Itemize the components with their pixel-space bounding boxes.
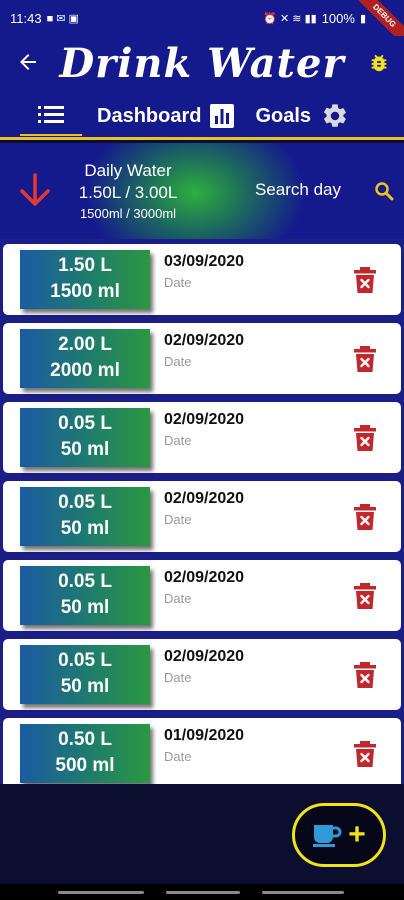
trash-icon[interactable]: [352, 424, 378, 452]
tab-bar: Dashboard Goals: [0, 96, 404, 136]
amount-badge: 0.05 L 50 ml: [20, 566, 150, 625]
bug-icon[interactable]: [368, 52, 390, 74]
entry-date: 03/09/2020: [164, 253, 245, 270]
system-icons: ⏰ ✕ ≋ ▮▮: [263, 12, 317, 25]
amount-badge: 0.05 L 50 ml: [20, 645, 150, 704]
search-icon[interactable]: [374, 181, 394, 201]
list-item: 2.00 L 2000 ml 02/09/2020 Date: [3, 323, 401, 394]
amount-milliliters: 50 ml: [60, 518, 110, 539]
amount-milliliters: 50 ml: [60, 597, 110, 618]
notification-icons: ■ ✉ ▣: [46, 12, 79, 25]
amount-milliliters: 500 ml: [55, 755, 115, 776]
trash-icon[interactable]: [352, 503, 378, 531]
fab-plus: +: [348, 818, 366, 851]
summary-title: Daily Water: [84, 161, 172, 180]
entry-date: 02/09/2020: [164, 411, 245, 428]
battery-level: 100%: [321, 10, 355, 26]
tab-goals-label: Goals: [255, 104, 312, 127]
list-item: 0.50 L 500 ml 01/09/2020 Date: [3, 718, 401, 784]
add-drink-button[interactable]: +: [292, 803, 386, 867]
amount-badge: 2.00 L 2000 ml: [20, 329, 150, 388]
amount-liters: 0.05 L: [58, 571, 112, 592]
entry-date-label: Date: [164, 591, 192, 606]
amount-badge: 0.50 L 500 ml: [20, 724, 150, 783]
amount-liters: 0.05 L: [58, 650, 112, 671]
trash-icon[interactable]: [352, 740, 378, 768]
amount-liters: 0.05 L: [58, 492, 112, 513]
amount-liters: 0.05 L: [58, 413, 112, 434]
list-item: 0.05 L 50 ml 02/09/2020 Date: [3, 481, 401, 552]
amount-badge: 0.05 L 50 ml: [20, 487, 150, 546]
coffee-cup-icon: [313, 825, 342, 847]
entry-date-label: Date: [164, 749, 192, 764]
entry-date: 02/09/2020: [164, 648, 245, 665]
status-time: 11:43: [10, 10, 42, 26]
amount-milliliters: 50 ml: [60, 676, 110, 697]
amount-milliliters: 2000 ml: [50, 360, 120, 381]
app-bar: Drink Water Dashboard Goals: [0, 36, 404, 140]
nav-home[interactable]: [166, 891, 240, 894]
list-item: 1.50 L 1500 ml 03/09/2020 Date: [3, 244, 401, 315]
entry-date: 01/09/2020: [164, 727, 245, 744]
status-bar: 11:43 ■ ✉ ▣ ⏰ ✕ ≋ ▮▮ 100% ▮ DEBUG: [0, 0, 404, 53]
tab-dashboard-label: Dashboard: [97, 104, 202, 127]
amount-milliliters: 1500 ml: [50, 281, 120, 302]
list-item: 0.05 L 50 ml 02/09/2020 Date: [3, 639, 401, 710]
tab-goals[interactable]: Goals: [255, 102, 349, 130]
entry-date: 02/09/2020: [164, 490, 245, 507]
amount-milliliters: 50 ml: [60, 439, 110, 460]
system-nav-bar: [0, 884, 404, 900]
app-title: Drink Water: [59, 40, 345, 87]
list-item: 0.05 L 50 ml 02/09/2020 Date: [3, 560, 401, 631]
trash-icon[interactable]: [352, 266, 378, 294]
nav-back[interactable]: [58, 891, 144, 894]
nav-recents[interactable]: [262, 891, 344, 894]
search-day-label[interactable]: Search day: [255, 180, 341, 200]
entry-date-label: Date: [164, 354, 192, 369]
daily-summary: Daily Water 1.50L / 3.00L 1500ml / 3000m…: [0, 143, 404, 239]
amount-liters: 1.50 L: [58, 255, 112, 276]
trash-icon[interactable]: [352, 661, 378, 689]
arrow-down-icon: [16, 171, 54, 209]
entry-date: 02/09/2020: [164, 332, 245, 349]
water-entry-list[interactable]: 1.50 L 1500 ml 03/09/2020 Date 2.00 L 20…: [0, 239, 404, 784]
amount-liters: 2.00 L: [58, 334, 112, 355]
battery-icon: ▮: [359, 12, 366, 25]
trash-icon[interactable]: [352, 345, 378, 373]
tab-dashboard[interactable]: Dashboard: [97, 103, 235, 129]
bar-chart-icon: [210, 104, 235, 128]
trash-icon[interactable]: [352, 582, 378, 610]
summary-milliliters: 1500ml / 3000ml: [79, 206, 177, 221]
amount-badge: 1.50 L 1500 ml: [20, 250, 150, 309]
tab-list[interactable]: [20, 96, 82, 136]
gear-icon: [324, 104, 346, 127]
entry-date: 02/09/2020: [164, 569, 245, 586]
list-icon: [38, 106, 64, 123]
amount-liters: 0.50 L: [58, 729, 112, 750]
entry-date-label: Date: [164, 275, 192, 290]
list-item: 0.05 L 50 ml 02/09/2020 Date: [3, 402, 401, 473]
entry-date-label: Date: [164, 433, 192, 448]
entry-date-label: Date: [164, 670, 192, 685]
entry-date-label: Date: [164, 512, 192, 527]
amount-badge: 0.05 L 50 ml: [20, 408, 150, 467]
summary-liters: 1.50L / 3.00L: [78, 183, 178, 202]
